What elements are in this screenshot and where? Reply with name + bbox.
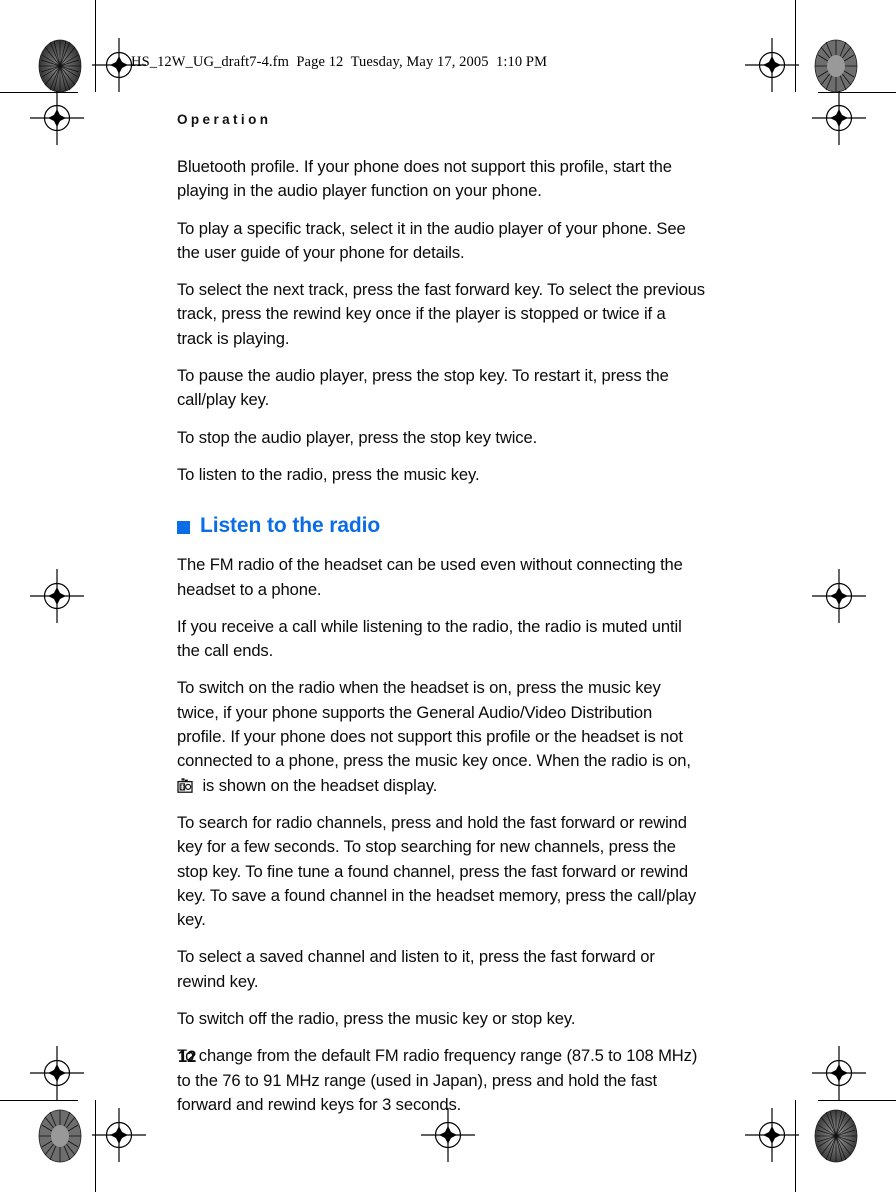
rosette-mark-bottom-left (37, 1108, 83, 1164)
paragraph: To select the next track, press the fast… (177, 280, 705, 348)
paragraph-with-radio-icon: To switch on the radio when the headset … (177, 676, 705, 797)
section-heading: Listen to the radio (177, 513, 705, 539)
registration-mark-middle-right (812, 569, 866, 623)
trim-line-right (795, 0, 796, 92)
paragraph: To select a saved channel and listen to … (177, 947, 655, 991)
running-head: Operation (177, 112, 272, 127)
paragraph: To pause the audio player, press the sto… (177, 366, 669, 410)
trim-line-left (95, 0, 96, 92)
registration-mark-upper-left (30, 91, 84, 145)
registration-mark-middle-left (30, 569, 84, 623)
trim-line-bottom-right (818, 1100, 896, 1101)
rosette-mark-top-right (813, 38, 859, 94)
trim-line-top-left (0, 92, 78, 93)
paragraph-lead-text: To switch on the radio when the headset … (177, 678, 691, 771)
paragraph: To play a specific track, select it in t… (177, 218, 686, 262)
document-page: HS_12W_UG_draft7-4.fm Page 12 Tuesday, M… (0, 0, 896, 1192)
trim-line-right-lower (795, 1100, 796, 1192)
page-content: Bluetooth profile. If your phone does no… (177, 155, 705, 1130)
square-bullet-icon (177, 520, 190, 534)
rosette-mark-top-left (37, 38, 83, 94)
registration-mark-bottom-right (745, 1108, 799, 1162)
registration-mark-top-right (745, 38, 799, 92)
radio-icon (177, 777, 195, 793)
paragraph: To search for radio channels, press and … (177, 812, 697, 930)
registration-mark-upper-right (812, 91, 866, 145)
trim-line-top-right (818, 92, 896, 93)
framemaker-slug-line: HS_12W_UG_draft7-4.fm Page 12 Tuesday, M… (131, 54, 548, 70)
registration-mark-lower-left (30, 1046, 84, 1100)
paragraph: Bluetooth profile. If your phone does no… (177, 157, 672, 201)
paragraph-trailing-text: is shown on the headset display. (198, 775, 438, 795)
registration-mark-bottom-left (92, 1108, 146, 1162)
trim-line-left-lower (95, 1100, 96, 1192)
paragraph: To change from the default FM radio freq… (177, 1046, 698, 1114)
paragraph: To listen to the radio, press the music … (177, 464, 480, 484)
paragraph: To switch off the radio, press the music… (177, 1009, 576, 1029)
paragraph: To stop the audio player, press the stop… (177, 427, 538, 447)
paragraph: The FM radio of the headset can be used … (177, 555, 683, 599)
page-number: 12 (178, 1048, 197, 1066)
registration-mark-lower-right (812, 1046, 866, 1100)
section-heading-label: Listen to the radio (200, 514, 381, 538)
rosette-mark-bottom-right (813, 1108, 859, 1164)
paragraph: If you receive a call while listening to… (177, 616, 682, 661)
trim-line-bottom-left (0, 1100, 78, 1101)
